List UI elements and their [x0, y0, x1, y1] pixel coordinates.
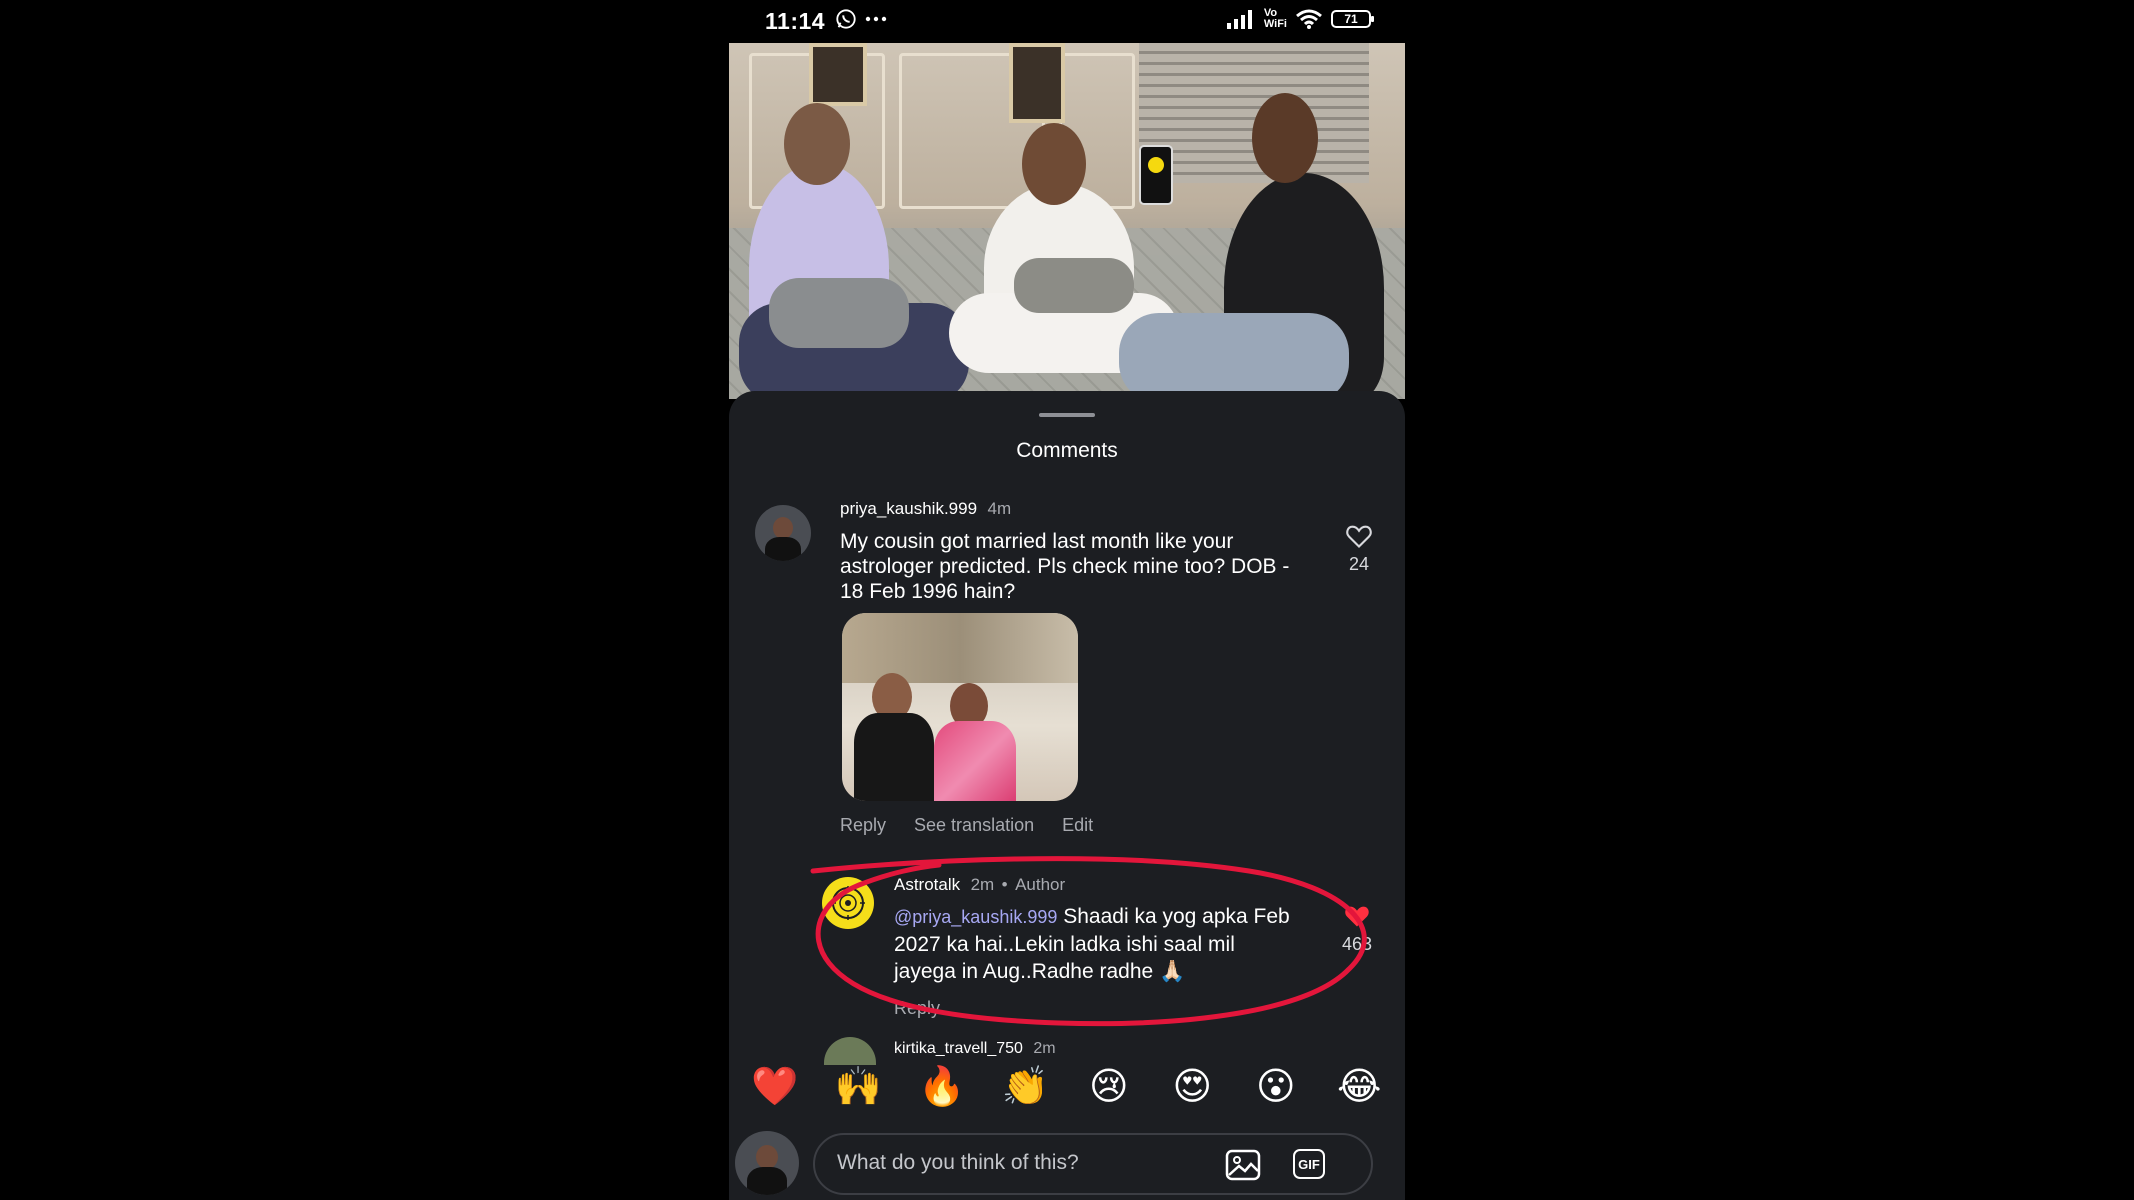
avatar[interactable]: [755, 505, 811, 561]
wall-frame: [1009, 43, 1065, 123]
comment-time: 4m: [987, 499, 1012, 518]
next-comment-username[interactable]: kirtika_travell_750: [894, 1040, 1023, 1057]
gif-button[interactable]: GIF: [1293, 1149, 1325, 1179]
heart-outline-icon[interactable]: [1345, 523, 1373, 549]
status-time: 11:14: [765, 8, 826, 34]
person-right-head: [1252, 93, 1318, 183]
drag-handle[interactable]: [1039, 413, 1095, 417]
comment-username[interactable]: priya_kaushik.999: [840, 499, 977, 518]
composer-avatar: [735, 1131, 799, 1195]
next-comment-avatar[interactable]: [824, 1037, 876, 1065]
status-right-icons: Vo WiFi 71: [1226, 7, 1374, 30]
comment-like[interactable]: 24: [1339, 523, 1379, 575]
phone-in-hand: [1139, 145, 1173, 205]
status-bar: 11:14 Vo WiFi 71: [729, 0, 1405, 43]
photo-man-suit: [854, 713, 934, 801]
emoji-heart[interactable]: ❤️: [745, 1065, 805, 1109]
edit-button[interactable]: Edit: [1062, 815, 1093, 836]
highlight-ellipse: [810, 856, 1367, 1027]
emoji-raised-hands[interactable]: 🙌: [828, 1065, 888, 1109]
emoji-fire[interactable]: 🔥: [912, 1065, 972, 1109]
emoji-heart-eyes[interactable]: 😍: [1162, 1065, 1222, 1109]
emoji-clap[interactable]: 👏: [995, 1065, 1055, 1109]
astrotalk-logo-small: [1148, 157, 1164, 173]
reply-button[interactable]: Reply: [840, 815, 886, 836]
cushion: [769, 278, 909, 348]
next-comment-header: kirtika_travell_750 2m: [894, 1040, 1056, 1062]
avatar-body: [765, 537, 801, 561]
emoji-reaction-row: ❤️ 🙌 🔥 👏 😢 😍 😮 😂: [729, 1065, 1405, 1109]
status-left-icons: [835, 8, 887, 30]
comment-text: My cousin got married last month like yo…: [840, 530, 1290, 603]
comment-like-count: 24: [1348, 554, 1370, 574]
emoji-surprised[interactable]: 😮: [1246, 1065, 1306, 1109]
gif-label: GIF: [1298, 1156, 1320, 1172]
more-dots-icon: [865, 16, 887, 22]
comment-header: priya_kaushik.999 4m: [840, 499, 1011, 519]
person-left-head: [784, 103, 850, 185]
next-comment-time: 2m: [1033, 1040, 1056, 1057]
avatar-body: [747, 1167, 787, 1195]
wifi-icon: [1296, 9, 1322, 29]
comment-actions: Reply See translation Edit: [840, 815, 1093, 836]
comment-input[interactable]: What do you think of this? GIF: [813, 1133, 1373, 1195]
comment-attached-photo[interactable]: [842, 613, 1078, 801]
avatar-face: [756, 1145, 778, 1169]
emoji-crying[interactable]: 😢: [1079, 1065, 1139, 1109]
signal-bars-icon: [1226, 10, 1252, 29]
whatsapp-icon: [836, 9, 856, 29]
see-translation-button[interactable]: See translation: [914, 815, 1034, 836]
cushion: [1014, 258, 1134, 313]
battery-icon: 71: [1331, 10, 1374, 28]
vowifi-label: Vo WiFi: [1263, 7, 1287, 30]
wall-frame: [809, 43, 867, 106]
emoji-laughing[interactable]: 😂: [1329, 1065, 1389, 1109]
person-middle-head: [1022, 123, 1086, 205]
photo-woman-saree: [934, 721, 1016, 801]
image-icon[interactable]: [1225, 1149, 1261, 1181]
comments-sheet: Comments priya_kaushik.999 4m My cousin …: [729, 391, 1405, 1200]
avatar-face: [773, 517, 793, 539]
person-right-legs: [1119, 313, 1349, 399]
battery-level: 71: [1344, 12, 1358, 26]
phone-screen: 11:14 Vo WiFi 71 Comments priya_kaushik.…: [729, 0, 1405, 1200]
sheet-title: Comments: [1016, 439, 1118, 462]
reel-video[interactable]: [729, 43, 1405, 399]
comment-input-placeholder: What do you think of this?: [837, 1151, 1079, 1174]
photo-background-tree: [842, 613, 1078, 683]
window-blinds: [1139, 43, 1369, 183]
